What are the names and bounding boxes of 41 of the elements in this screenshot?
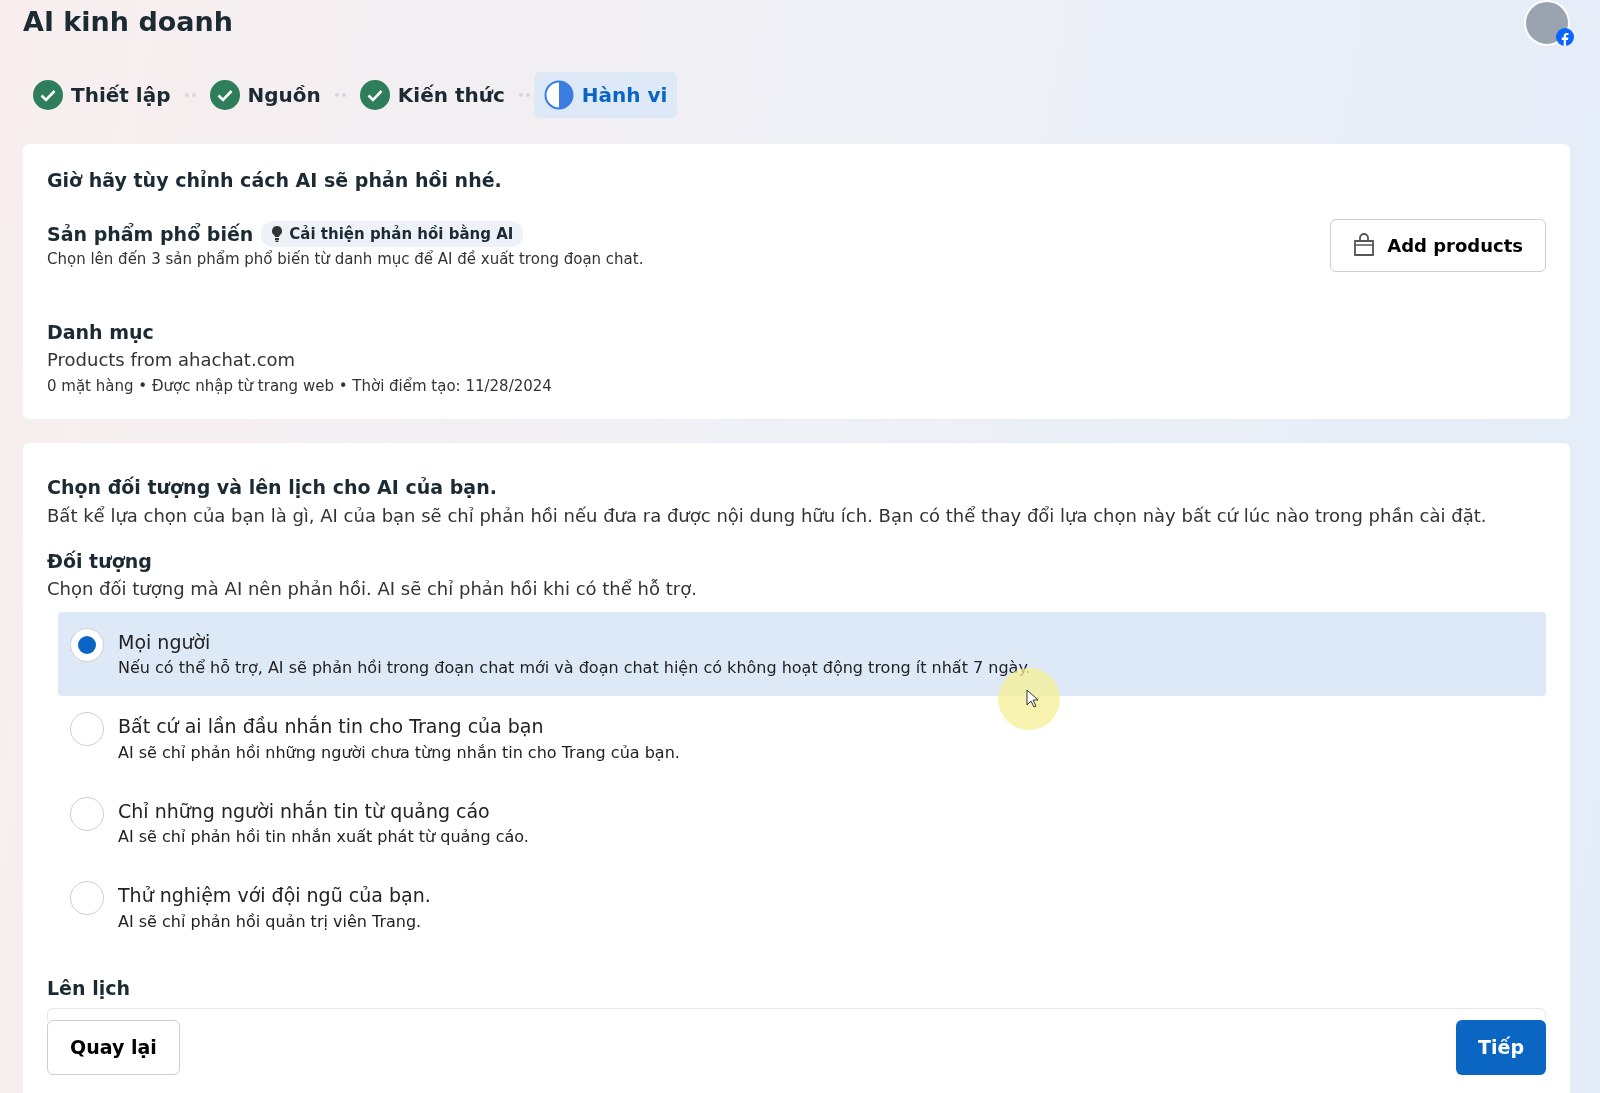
section-description: Bất kể lựa chọn của bạn là gì, AI của bạn sẽ chỉ phản hồi nếu đưa ra được nội dung hữu ích. Bạn có thể thay đổi lựa chọn này bất cứ lúc nào trong phần cài đặt. xyxy=(47,503,1488,528)
next-button[interactable]: Tiếp xyxy=(1456,1020,1546,1075)
radio-button[interactable] xyxy=(70,881,104,916)
cursor-icon xyxy=(1026,689,1040,710)
option-description: AI sẽ chỉ phản hồi quản trị viên Trang. xyxy=(118,910,423,933)
option-description: AI sẽ chỉ phản hồi tin nhắn xuất phát từ quảng cáo. xyxy=(118,826,529,849)
section-description: Chọn đối tượng mà AI nên phản hồi. AI sẽ chỉ phản hồi khi có thể hỗ trợ. xyxy=(47,577,698,602)
add-products-button[interactable]: Add products xyxy=(1330,218,1546,272)
radio-button[interactable] xyxy=(70,627,104,662)
step-tab[interactable]: Hành vi xyxy=(533,72,678,118)
section-heading: Chọn đối tượng và lên lịch cho AI của bạn. xyxy=(47,475,498,501)
option-label: Mọi người xyxy=(118,629,212,655)
check-icon xyxy=(33,80,63,110)
radio-button[interactable] xyxy=(70,712,104,747)
section-description: Chọn lên đến 3 sản phẩm phổ biến từ danh mục để AI đề xuất trong đoạn chat. xyxy=(47,249,644,270)
option-label: Thử nghiệm với đội ngũ của bạn. xyxy=(118,883,431,909)
shopping-bag-icon xyxy=(1353,233,1376,257)
catalog-meta: 0 mặt hàng • Được nhập từ trang web • Thời điểm tạo: 11/28/2024 xyxy=(47,375,553,397)
step-tab[interactable]: Thiết lập xyxy=(23,72,181,118)
catalog-name: Products from ahachat.com xyxy=(47,348,297,372)
option-label: Chỉ những người nhắn tin từ quảng cáo xyxy=(118,798,491,824)
step-tab[interactable]: Kiến thức xyxy=(349,72,515,118)
section-title: Lên lịch xyxy=(47,975,131,1001)
page-title: AI kinh doanh xyxy=(23,6,233,39)
lightbulb-icon xyxy=(271,224,284,243)
option-description: Nếu có thể hỗ trợ, AI sẽ phản hồi trong đoạn chat mới và đoạn chat hiện có không hoạt động trong ít nhất 7 ngày. xyxy=(118,657,1031,680)
section-title: Danh mục xyxy=(47,319,155,345)
back-button[interactable]: Quay lại xyxy=(47,1020,180,1075)
radio-button[interactable] xyxy=(70,796,104,831)
check-icon xyxy=(209,80,240,110)
check-icon xyxy=(359,80,390,110)
facebook-icon xyxy=(1556,28,1574,46)
option-description: AI sẽ chỉ phản hồi những người chưa từng nhắn tin cho Trang của bạn. xyxy=(118,741,680,764)
half-circle-icon xyxy=(543,80,574,110)
ai-tip-tag: Cải thiện phản hồi bằng AI xyxy=(261,220,524,247)
section-title: Đối tượng xyxy=(47,548,153,574)
step-tab[interactable]: Nguồn xyxy=(199,72,331,118)
section-title: Sản phẩm phổ biến xyxy=(47,221,254,247)
section-heading: Giờ hãy tùy chỉnh cách AI sẽ phản hồi nhé. xyxy=(47,168,503,193)
option-label: Bất cứ ai lần đầu nhắn tin cho Trang của bạn xyxy=(118,714,545,740)
avatar xyxy=(1524,0,1570,46)
